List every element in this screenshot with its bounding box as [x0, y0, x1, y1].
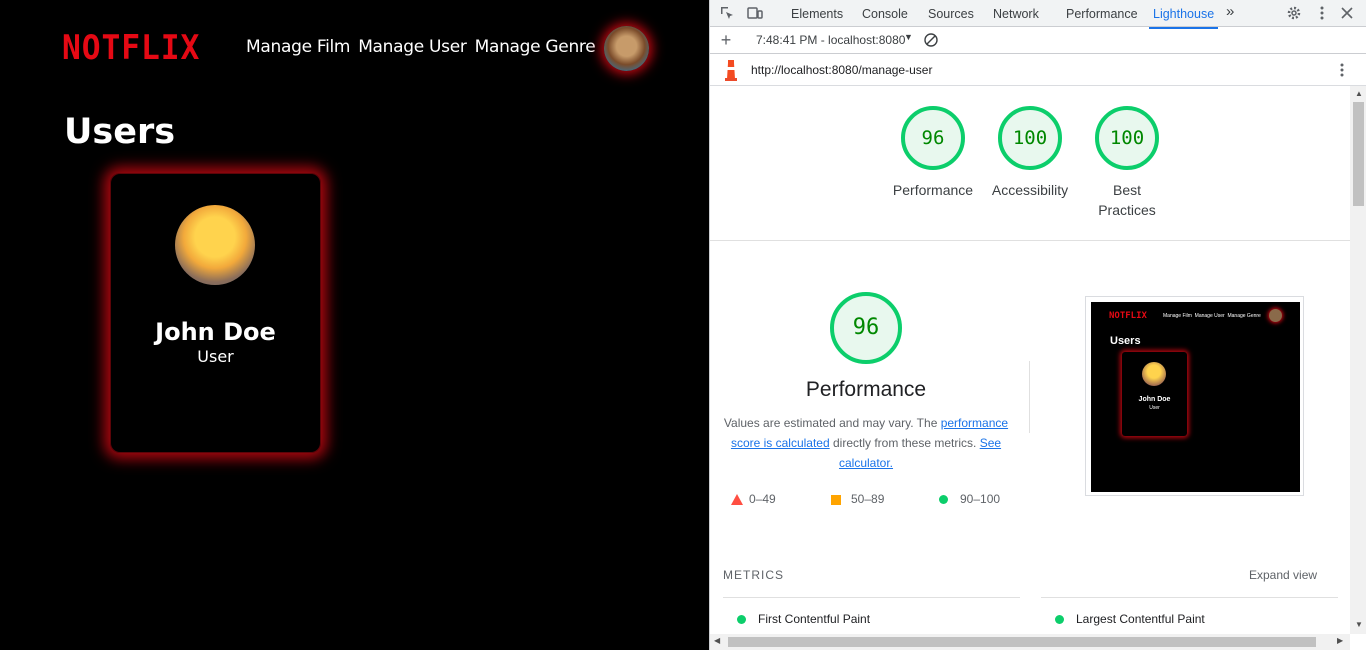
vertical-divider	[1029, 361, 1030, 433]
user-name: John Doe	[155, 318, 276, 346]
screenshot-preview: NOTFLIX Manage Film Manage User Manage G…	[1091, 302, 1300, 492]
tab-sources[interactable]: Sources	[928, 7, 974, 21]
thumb-logo: NOTFLIX	[1109, 311, 1147, 321]
audited-url: http://localhost:8080/manage-user	[751, 63, 933, 77]
devtools-tabbar: Elements Console Sources Network Perform…	[710, 0, 1366, 29]
performance-heading: Performance	[805, 378, 927, 401]
more-tabs-icon[interactable]: »	[1226, 3, 1234, 20]
best-practices-gauge[interactable]: 100	[1095, 106, 1159, 170]
thumb-avatar	[1269, 309, 1282, 322]
user-card[interactable]: John Doe User	[110, 173, 321, 453]
thumb-user-avatar	[1142, 362, 1166, 386]
legend-average: 50–89	[831, 492, 884, 506]
lighthouse-logo-icon	[723, 59, 739, 84]
settings-gear-icon[interactable]	[1286, 5, 1302, 21]
tab-console[interactable]: Console	[862, 7, 908, 21]
tab-elements[interactable]: Elements	[791, 7, 843, 21]
pass-circle-icon	[1055, 615, 1064, 625]
legend-fail: 0–49	[731, 492, 776, 506]
fail-triangle-icon	[731, 494, 743, 506]
legend-pass: 90–100	[939, 492, 1000, 506]
divider	[1041, 597, 1338, 598]
new-report-plus-icon[interactable]: +	[718, 31, 734, 49]
thumb-user-role: User	[1149, 405, 1160, 411]
nav-manage-genre[interactable]: Manage Genre	[475, 37, 596, 57]
vertical-scrollbar[interactable]: ▲ ▼	[1350, 86, 1366, 634]
thumb-user-card: John Doe User	[1122, 352, 1187, 436]
best-practices-gauge-label: Best Practices	[1098, 182, 1156, 218]
close-devtools-icon[interactable]	[1339, 5, 1355, 21]
devtools-panel: Elements Console Sources Network Perform…	[709, 0, 1366, 650]
accessibility-gauge-label: Accessibility	[991, 182, 1069, 198]
divider	[710, 240, 1350, 241]
more-options-icon[interactable]	[1314, 5, 1330, 21]
user-role: User	[197, 347, 234, 366]
device-toolbar-icon[interactable]	[747, 5, 763, 21]
metric-first-contentful-paint[interactable]: First Contentful Paint	[737, 612, 870, 626]
scroll-right-icon: ▶	[1337, 636, 1344, 645]
site-logo[interactable]: NOTFLIX	[62, 28, 200, 68]
nav-manage-film[interactable]: Manage Film	[246, 37, 350, 57]
accessibility-gauge[interactable]: 100	[998, 106, 1062, 170]
tab-performance[interactable]: Performance	[1066, 7, 1138, 21]
pass-circle-icon	[939, 495, 948, 505]
thumb-title: Users	[1110, 335, 1141, 347]
main-nav: Manage Film Manage User Manage Genre	[246, 37, 596, 57]
expand-view-toggle[interactable]: Expand view	[1249, 568, 1317, 582]
horizontal-scroll-thumb[interactable]	[728, 637, 1316, 647]
vertical-scroll-thumb[interactable]	[1353, 102, 1364, 206]
lighthouse-toolbar: + 7:48:41 PM - localhost:8080 ▼	[710, 27, 1366, 54]
divider	[723, 597, 1020, 598]
performance-gauge-label: Performance	[892, 182, 974, 198]
report-menu-icon[interactable]	[1334, 62, 1350, 78]
app-page: NOTFLIX Manage Film Manage User Manage G…	[0, 0, 709, 650]
performance-description: Values are estimated and may vary. The p…	[723, 416, 1009, 470]
profile-avatar[interactable]	[604, 26, 649, 71]
user-avatar	[175, 205, 255, 285]
tab-network[interactable]: Network	[993, 7, 1039, 21]
metric-largest-contentful-paint[interactable]: Largest Contentful Paint	[1055, 612, 1205, 626]
horizontal-scrollbar[interactable]: ◀ ▶	[710, 634, 1350, 650]
pass-circle-icon	[737, 615, 746, 625]
performance-gauge[interactable]: 96	[901, 106, 965, 170]
nav-manage-user[interactable]: Manage User	[358, 37, 467, 57]
scroll-down-icon: ▼	[1355, 620, 1363, 629]
audited-url-bar: http://localhost:8080/manage-user	[710, 54, 1366, 86]
thumb-user-name: John Doe	[1138, 396, 1171, 403]
tab-lighthouse[interactable]: Lighthouse	[1148, 7, 1219, 29]
report-selector[interactable]: 7:48:41 PM - localhost:8080	[756, 33, 905, 47]
scroll-up-icon: ▲	[1355, 89, 1363, 98]
lighthouse-report[interactable]: 96 Performance 100 Accessibility 100 Bes…	[710, 86, 1350, 634]
dropdown-arrow-icon[interactable]: ▼	[904, 32, 913, 42]
final-screenshot[interactable]: NOTFLIX Manage Film Manage User Manage G…	[1085, 296, 1304, 496]
metrics-heading: METRICS	[723, 568, 784, 582]
scroll-left-icon: ◀	[714, 636, 721, 645]
performance-score-gauge: 96	[830, 292, 902, 364]
page-title: Users	[64, 112, 176, 152]
clear-reports-icon[interactable]	[923, 32, 939, 48]
thumb-nav: Manage Film Manage User Manage Genre	[1163, 313, 1261, 319]
average-square-icon	[831, 494, 841, 505]
inspect-element-icon[interactable]	[719, 5, 735, 21]
